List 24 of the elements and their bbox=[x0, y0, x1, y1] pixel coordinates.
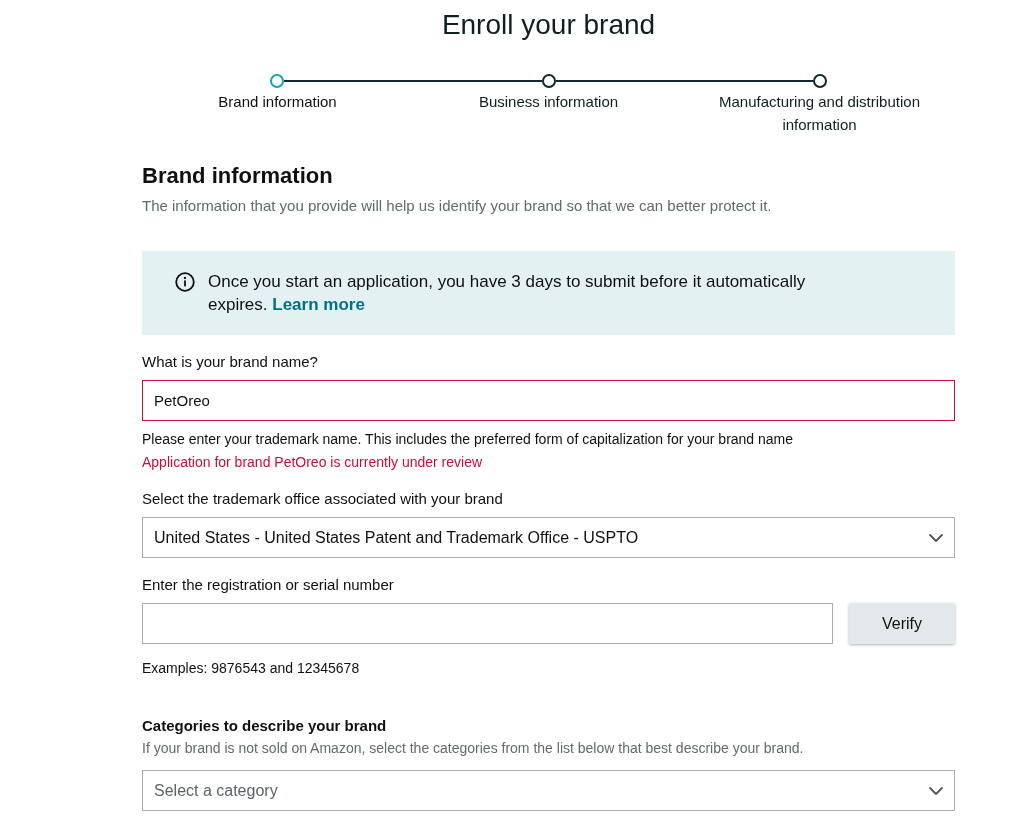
field-hint: Examples: 9876543 and 12345678 bbox=[142, 659, 361, 678]
info-icon bbox=[175, 272, 195, 292]
dropdown-field[interactable]: United States - United States Patent and Trademark Office - USPTO bbox=[142, 517, 955, 558]
step-label: Business information bbox=[478, 92, 619, 112]
field-hint: Please enter your trademark name. This includes the preferred form of capitalization for your brand name bbox=[142, 430, 795, 449]
subsection-heading: Categories to describe your brand bbox=[142, 716, 388, 736]
field-label: Enter the registration or serial number bbox=[142, 575, 395, 595]
subsection-description: If your brand is not sold on Amazon, select the categories from the list below that best describe your brand. bbox=[142, 739, 805, 758]
verify-button[interactable]: Verify bbox=[849, 603, 955, 644]
dropdown-field[interactable]: Select a category bbox=[142, 770, 955, 811]
field-label: Select the trademark office associated with your brand bbox=[142, 489, 504, 509]
notice-text: Once you start an application, you have 3 days to submit before it automatically expires. Learn more bbox=[208, 271, 807, 316]
page-title: Enroll your brand bbox=[440, 8, 657, 42]
chevron-down-icon bbox=[929, 533, 943, 542]
error-message: Application for brand PetOreo is currently under review bbox=[142, 453, 484, 472]
text-input[interactable]: PetOreo bbox=[142, 380, 955, 421]
section-description: The information that you provide will help us identify your brand so that we can better protect it. bbox=[142, 196, 773, 216]
section-heading: Brand information bbox=[142, 162, 334, 190]
step-label: Brand information bbox=[218, 92, 337, 112]
learn-more-link[interactable]: Learn more bbox=[272, 295, 365, 314]
text-input[interactable] bbox=[142, 603, 833, 644]
chevron-down-icon bbox=[929, 786, 943, 795]
field-label: What is your brand name? bbox=[142, 352, 319, 372]
step-label: Manufacturing and distribution information bbox=[718, 92, 921, 135]
